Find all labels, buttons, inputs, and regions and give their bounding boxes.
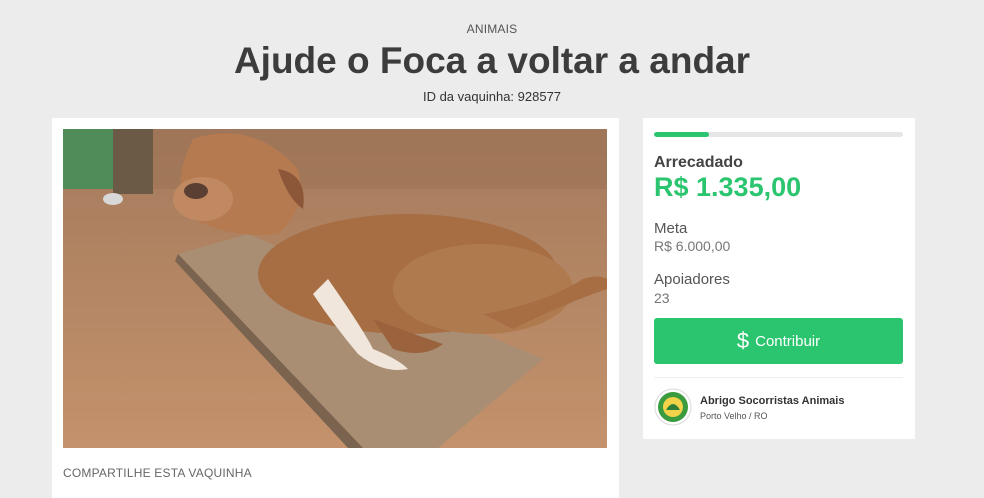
donation-summary-card: Arrecadado R$ 1.335,00 Meta R$ 6.000,00 …	[643, 118, 915, 439]
organizer-location: Porto Velho / RO	[700, 411, 768, 421]
campaign-photo	[63, 129, 607, 448]
funding-progress-bar	[654, 132, 903, 137]
contribute-button[interactable]: $ Contribuir	[654, 318, 903, 364]
page-title: Ajude o Foca a voltar a andar	[233, 40, 751, 81]
raised-label: Arrecadado	[654, 154, 743, 171]
goal-label: Meta	[654, 220, 688, 237]
dollar-icon: $	[736, 328, 750, 353]
campaign-main-card: COMPARTILHE ESTA VAQUINHA	[52, 118, 619, 498]
contribute-button-label: Contribuir	[755, 332, 821, 350]
funding-progress-fill	[654, 132, 709, 137]
campaign-category: ANIMAIS	[466, 22, 518, 36]
organizer-logo-icon	[654, 388, 692, 426]
supporters-count: 23	[654, 290, 670, 306]
campaign-id: ID da vaquinha: 928577	[422, 89, 562, 104]
supporters-label: Apoiadores	[654, 271, 730, 288]
divider	[654, 377, 903, 378]
goal-amount: R$ 6.000,00	[654, 238, 731, 254]
share-campaign-label: COMPARTILHE ESTA VAQUINHA	[63, 466, 252, 480]
organizer-avatar[interactable]	[654, 388, 692, 426]
dog-photo-illustration	[63, 129, 607, 448]
organizer-name[interactable]: Abrigo Socorristas Animais	[700, 395, 844, 407]
raised-amount: R$ 1.335,00	[654, 172, 802, 202]
